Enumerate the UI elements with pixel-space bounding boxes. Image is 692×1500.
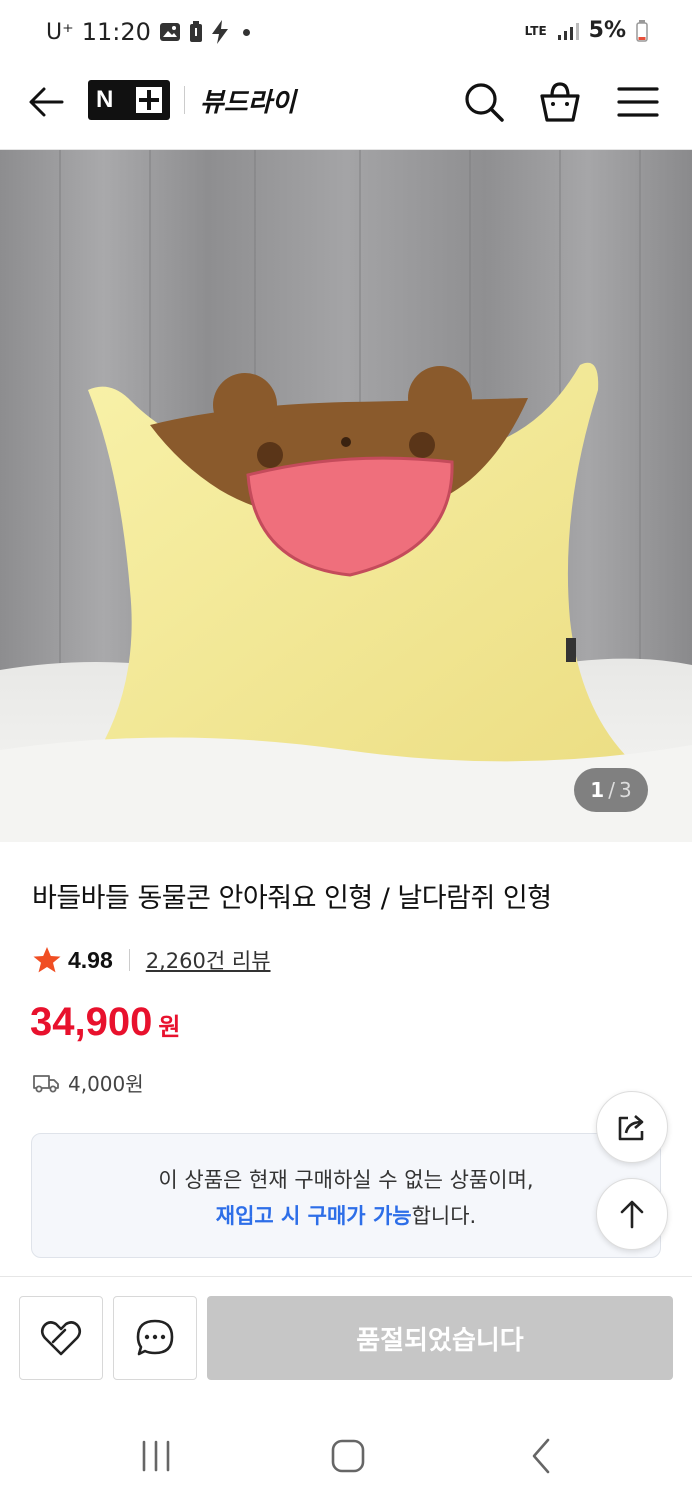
network-label: LTE xyxy=(524,23,547,38)
battery-icon xyxy=(636,19,648,42)
delivery-truck-icon xyxy=(33,1074,59,1092)
sold-out-button[interactable]: 품절되었습니다 xyxy=(207,1296,673,1380)
shopping-bag-icon[interactable] xyxy=(538,80,582,124)
battery-saver-icon xyxy=(189,21,202,42)
signal-icon xyxy=(557,22,579,40)
carrier-label: U⁺ xyxy=(46,19,74,45)
chat-bubble-icon xyxy=(136,1319,174,1356)
scroll-to-top-button[interactable] xyxy=(596,1178,668,1250)
status-bar: U⁺ 11:20 LTE 5% xyxy=(0,0,692,66)
hamburger-menu-icon[interactable] xyxy=(616,80,660,124)
rating-divider xyxy=(128,949,130,971)
bottom-bar-divider xyxy=(0,1276,692,1277)
gallery-icon xyxy=(159,23,180,41)
notice-highlight: 재입고 시 구매가 가능 xyxy=(215,1204,412,1228)
back-arrow-icon[interactable] xyxy=(26,82,66,122)
shipping-row: 4,000원 xyxy=(32,1068,144,1097)
image-counter-separator: / xyxy=(608,778,615,802)
price-row: 34,900 원 xyxy=(30,1000,180,1045)
notice-line-2: 재입고 시 구매가 가능합니다. xyxy=(32,1200,660,1230)
recent-apps-icon[interactable] xyxy=(134,1434,178,1478)
logo-letter: N xyxy=(96,86,114,113)
image-counter-current: 1 xyxy=(590,778,605,802)
heart-icon xyxy=(40,1321,82,1356)
status-right: LTE 5% xyxy=(525,18,648,43)
image-counter: 1 / 3 xyxy=(574,768,648,812)
share-icon xyxy=(618,1115,644,1141)
chat-inquiry-button[interactable] xyxy=(113,1296,197,1380)
arrow-up-icon xyxy=(620,1200,644,1229)
status-left: U⁺ 11:20 xyxy=(46,18,250,46)
product-title: 바들바들 동물콘 안아줘요 인형 / 날다람쥐 인형 xyxy=(32,883,552,914)
clock: 11:20 xyxy=(81,18,151,46)
share-button[interactable] xyxy=(596,1091,668,1163)
rating-row: 4.98 2,260건 리뷰 xyxy=(32,942,271,978)
naver-plus-logo[interactable]: N xyxy=(88,80,170,120)
notice-line-2-rest: 합니다. xyxy=(411,1204,477,1228)
battery-percent: 5% xyxy=(588,18,626,43)
home-icon[interactable] xyxy=(326,1434,370,1478)
logo-divider xyxy=(184,86,185,114)
product-image[interactable]: 1 / 3 xyxy=(0,150,692,842)
review-count-link[interactable]: 2,260건 리뷰 xyxy=(146,945,271,975)
plus-icon xyxy=(136,87,162,113)
rating-value: 4.98 xyxy=(68,946,113,973)
product-photo xyxy=(0,150,692,842)
price-unit: 원 xyxy=(158,1013,181,1041)
android-nav-bar xyxy=(0,1410,692,1500)
unavailable-notice: 이 상품은 현재 구매하실 수 없는 상품이며, 재입고 시 구매가 가능합니다… xyxy=(31,1133,661,1258)
nav-back-icon[interactable] xyxy=(520,1434,564,1478)
shipping-fee: 4,000원 xyxy=(68,1072,144,1096)
image-counter-total: 3 xyxy=(618,778,632,802)
store-name[interactable]: 뷰드라이 xyxy=(200,82,296,119)
price-value: 34,900 xyxy=(30,1000,153,1044)
star-icon xyxy=(33,947,61,973)
app-header: N 뷰드라이 xyxy=(0,66,692,150)
flash-icon xyxy=(211,20,228,44)
search-icon[interactable] xyxy=(462,80,506,124)
notice-line-1: 이 상품은 현재 구매하실 수 없는 상품이며, xyxy=(158,1168,534,1192)
wishlist-button[interactable] xyxy=(19,1296,103,1380)
notification-dot-icon xyxy=(242,28,250,36)
